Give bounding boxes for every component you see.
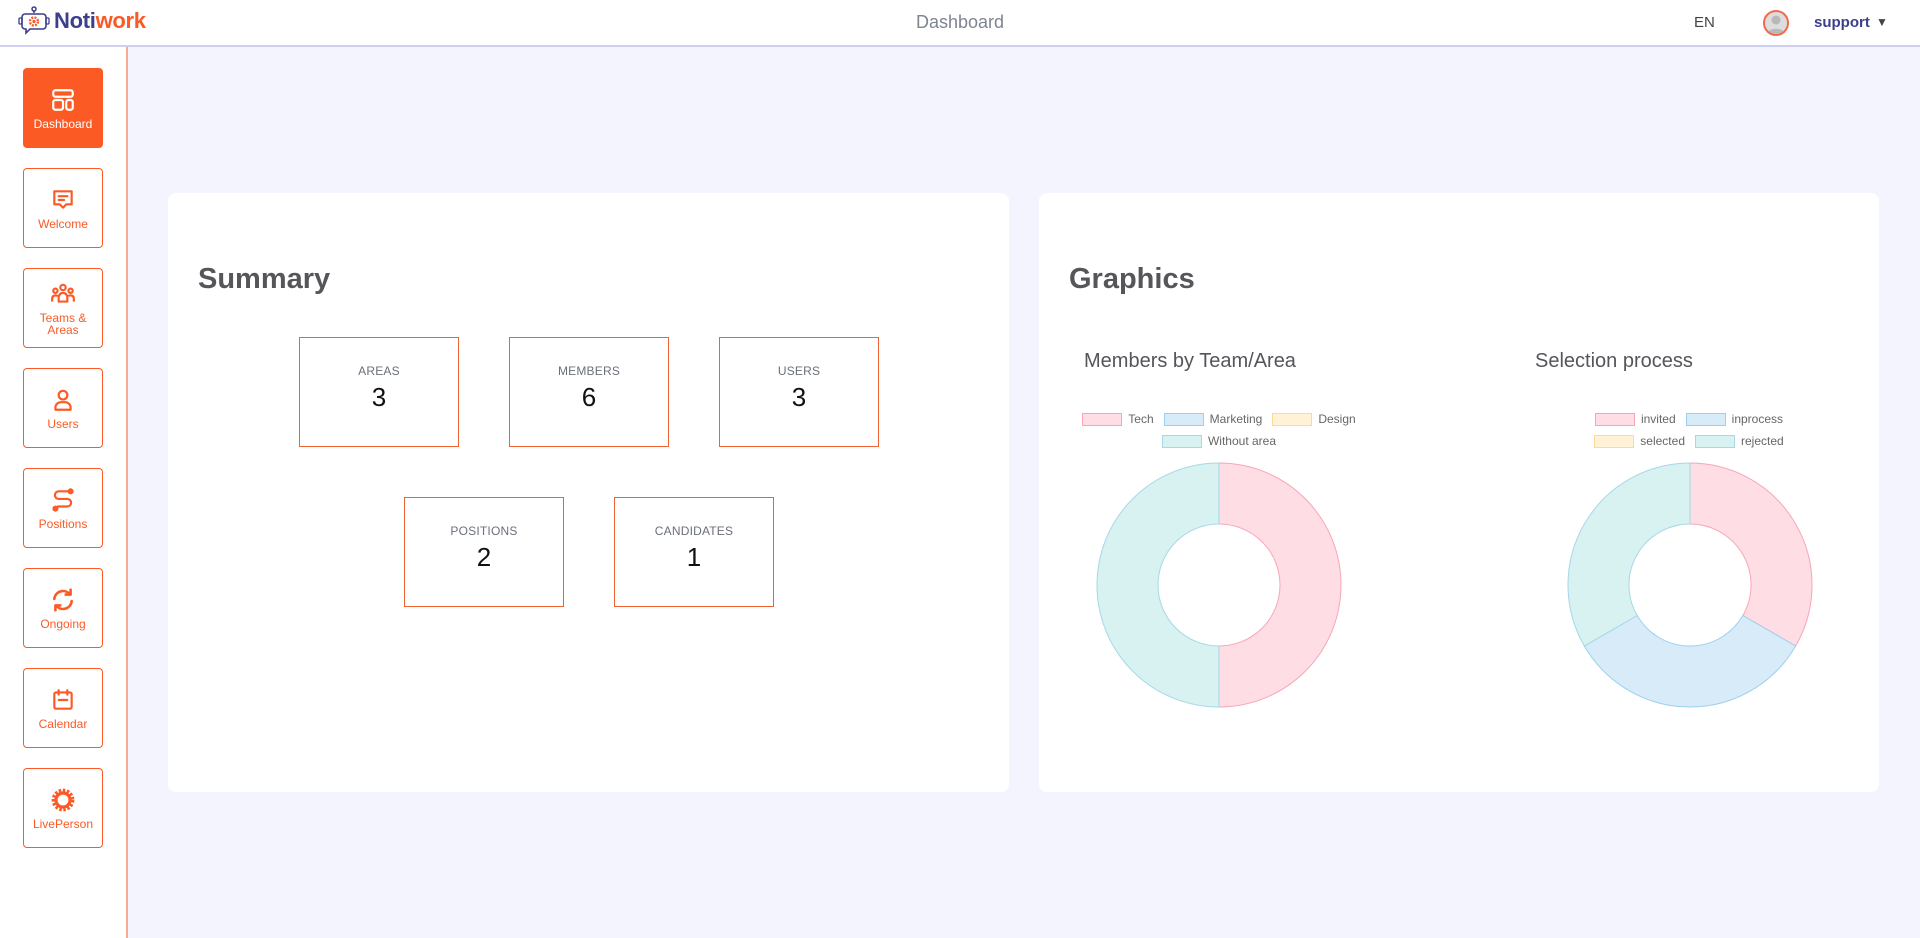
- legend-item-invited[interactable]: invited: [1594, 411, 1676, 427]
- sidebar-item-welcome[interactable]: Welcome: [23, 168, 103, 248]
- sidebar-item-positions[interactable]: Positions: [23, 468, 103, 548]
- donut-chart-selection: [1567, 462, 1813, 708]
- donut-slice-invited[interactable]: [1689, 462, 1813, 647]
- stat-value: 3: [791, 381, 807, 412]
- sidebar-item-label: Users: [47, 416, 79, 431]
- legend-label: selected: [1640, 434, 1685, 448]
- message-icon: [53, 189, 73, 209]
- graphics-panel: Graphics Members by Team/Area Tech Market…: [1039, 193, 1879, 792]
- sidebar-item-label: LivePerson: [32, 816, 94, 831]
- legend-swatch: [1161, 434, 1202, 448]
- sidebar-item-label: Dashboard: [33, 116, 93, 131]
- stat-value: 1: [686, 541, 702, 572]
- stat-label: USERS: [777, 363, 821, 378]
- chart-legend-members: Tech Marketing Design Without area: [1079, 411, 1359, 449]
- legend-label: Marketing: [1209, 412, 1263, 426]
- sidebar-item-label: Welcome: [38, 216, 88, 231]
- avatar[interactable]: [1763, 10, 1789, 36]
- stat-label: MEMBERS: [557, 363, 621, 378]
- legend-swatch: [1272, 412, 1313, 426]
- legend-item-rejected[interactable]: rejected: [1695, 433, 1784, 449]
- legend-item-design[interactable]: Design: [1272, 411, 1356, 427]
- chart-title-selection: Selection process: [1535, 350, 1693, 372]
- calendar-icon: [53, 688, 73, 710]
- chevron-down-icon[interactable]: ▼: [1876, 15, 1888, 29]
- legend-swatch: [1695, 434, 1735, 448]
- stat-label: POSITIONS: [450, 523, 518, 538]
- chart-title-members: Members by Team/Area: [1084, 350, 1296, 372]
- stat-value: 2: [476, 541, 492, 572]
- summary-title: Summary: [198, 263, 331, 295]
- sidebar-item-label: Positions: [38, 516, 88, 531]
- stat-card-members[interactable]: MEMBERS 6: [509, 337, 669, 447]
- sidebar-item-teams-areas[interactable]: Teams & Areas: [23, 268, 103, 348]
- language-selector[interactable]: EN: [1694, 14, 1715, 31]
- legend-item-selected[interactable]: selected: [1594, 433, 1685, 449]
- user-menu[interactable]: support: [1814, 14, 1870, 31]
- stat-card-positions[interactable]: POSITIONS 2: [404, 497, 564, 607]
- stat-label: CANDIDATES: [654, 523, 734, 538]
- legend-swatch: [1082, 412, 1123, 426]
- legend-swatch: [1594, 434, 1635, 448]
- sidebar-item-label: Teams & Areas: [39, 310, 87, 337]
- legend-swatch: [1594, 412, 1635, 426]
- page-title: Dashboard: [915, 12, 1005, 32]
- sidebar-item-label: Calendar: [38, 716, 88, 731]
- legend-label: Design: [1318, 412, 1356, 426]
- sidebar-item-users[interactable]: Users: [23, 368, 103, 448]
- stat-value: 3: [371, 381, 387, 412]
- legend-item-marketing[interactable]: Marketing: [1163, 411, 1263, 427]
- team-icon: [51, 283, 75, 303]
- sidebar-item-ongoing[interactable]: Ongoing: [23, 568, 103, 648]
- route-icon: [52, 487, 74, 512]
- legend-item-inprocess[interactable]: inprocess: [1685, 411, 1784, 427]
- user-icon: [54, 389, 72, 411]
- donut-slice-rejected[interactable]: [1567, 462, 1691, 647]
- stat-card-areas[interactable]: AREAS 3: [299, 337, 459, 447]
- donut-slice-without-area[interactable]: [1096, 462, 1220, 708]
- gear-icon: [51, 788, 75, 811]
- legend-swatch: [1685, 412, 1726, 426]
- legend-label: invited: [1640, 412, 1676, 426]
- graphics-title: Graphics: [1069, 263, 1195, 295]
- stat-card-candidates[interactable]: CANDIDATES 1: [614, 497, 774, 607]
- stat-card-users[interactable]: USERS 3: [719, 337, 879, 447]
- user-avatar-icon: [1767, 15, 1785, 34]
- stat-value: 6: [581, 381, 597, 412]
- legend-item-tech[interactable]: Tech: [1082, 411, 1154, 427]
- legend-label: Without area: [1207, 434, 1277, 448]
- sidebar-item-liveperson[interactable]: LivePerson: [23, 768, 103, 848]
- sidebar: Dashboard Welcome Teams & Areas Users Po…: [0, 47, 128, 938]
- legend-swatch: [1163, 412, 1204, 426]
- donut-slice-tech[interactable]: [1218, 462, 1342, 708]
- donut-slice-inprocess[interactable]: [1583, 614, 1797, 708]
- chart-legend-selection: invited inprocess selected rejected: [1579, 411, 1799, 449]
- sidebar-item-calendar[interactable]: Calendar: [23, 668, 103, 748]
- legend-label: Tech: [1128, 412, 1154, 426]
- dashboard-icon: [52, 88, 74, 111]
- refresh-icon: [53, 587, 73, 612]
- sidebar-item-dashboard[interactable]: Dashboard: [23, 68, 103, 148]
- top-header: Notiwork Dashboard EN support ▼: [0, 0, 1920, 47]
- sidebar-item-label: Ongoing: [40, 616, 86, 631]
- legend-item-without-area[interactable]: Without area: [1161, 433, 1277, 449]
- donut-chart-members: [1096, 462, 1342, 708]
- summary-panel: Summary AREAS 3 MEMBERS 6 USERS 3 POSITI…: [168, 193, 1009, 792]
- stat-label: AREAS: [358, 363, 400, 378]
- legend-label: rejected: [1741, 434, 1784, 448]
- legend-label: inprocess: [1731, 412, 1784, 426]
